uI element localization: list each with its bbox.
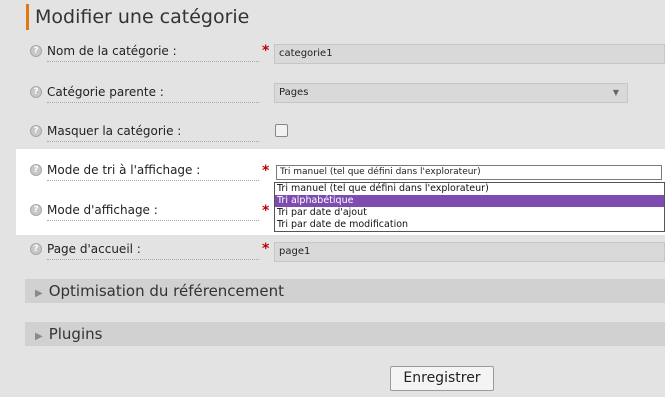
help-icon[interactable]: ? bbox=[30, 125, 42, 137]
help-icon[interactable]: ? bbox=[30, 86, 42, 98]
required-marker: * bbox=[262, 241, 270, 257]
display-mode-label: Mode d'affichage : bbox=[47, 203, 259, 221]
sort-option[interactable]: Tri manuel (tel que défini dans l'explor… bbox=[275, 183, 664, 195]
parent-category-value: Pages bbox=[279, 87, 309, 98]
triangle-right-icon: ▶ bbox=[35, 331, 43, 342]
required-marker: * bbox=[262, 43, 270, 59]
chevron-down-icon: ▼ bbox=[612, 88, 619, 97]
help-icon[interactable]: ? bbox=[30, 45, 42, 57]
page-title-text: Modifier une catégorie bbox=[35, 6, 250, 28]
required-marker: * bbox=[262, 163, 270, 179]
parent-category-select[interactable]: Pages ▼ bbox=[274, 83, 628, 103]
homepage-label: Page d'accueil : bbox=[47, 242, 259, 260]
sort-option-highlighted[interactable]: Tri alphabétique bbox=[275, 195, 664, 207]
seo-section-header[interactable]: ▶ Optimisation du référencement bbox=[25, 279, 665, 303]
required-marker: * bbox=[262, 203, 270, 219]
homepage-input[interactable]: page1 bbox=[274, 242, 665, 262]
help-icon[interactable]: ? bbox=[30, 204, 42, 216]
plugins-section-header[interactable]: ▶ Plugins bbox=[25, 322, 665, 346]
sort-option[interactable]: Tri par date d'ajout bbox=[275, 207, 664, 219]
hide-category-label: Masquer la catégorie : bbox=[47, 124, 259, 142]
category-name-input[interactable]: categorie1 bbox=[274, 44, 665, 64]
help-icon[interactable]: ? bbox=[30, 243, 42, 255]
sort-mode-dropdown: Tri manuel (tel que défini dans l'explor… bbox=[274, 182, 665, 232]
page-title: Modifier une catégorie bbox=[26, 4, 249, 30]
category-name-label: Nom de la catégorie : bbox=[47, 44, 259, 62]
save-button[interactable]: Enregistrer bbox=[390, 366, 494, 391]
seo-section-label: Optimisation du référencement bbox=[48, 282, 285, 300]
sort-mode-label: Mode de tri à l'affichage : bbox=[47, 163, 259, 181]
sort-mode-select[interactable]: Tri manuel (tel que défini dans l'explor… bbox=[276, 165, 662, 180]
parent-category-label: Catégorie parente : bbox=[47, 85, 259, 103]
plugins-section-label: Plugins bbox=[48, 325, 103, 343]
sort-option[interactable]: Tri par date de modification bbox=[275, 219, 664, 231]
hide-category-checkbox[interactable] bbox=[275, 124, 288, 137]
triangle-right-icon: ▶ bbox=[35, 288, 43, 299]
help-icon[interactable]: ? bbox=[30, 164, 42, 176]
